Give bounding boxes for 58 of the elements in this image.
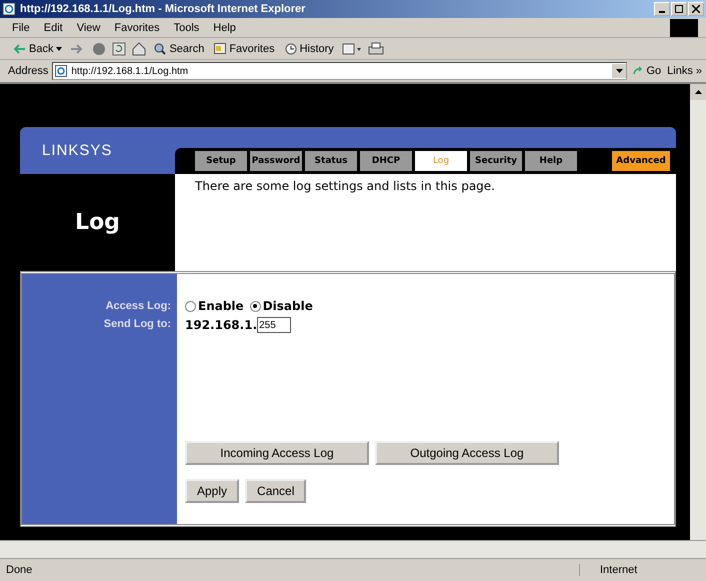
refresh-icon[interactable]	[112, 42, 126, 56]
page-description: There are some log settings and lists in this page.	[195, 179, 495, 193]
vertical-scrollbar[interactable]	[690, 84, 706, 540]
dropdown-arrow-icon[interactable]	[616, 69, 623, 73]
log-button[interactable]: Incoming Access Log	[185, 441, 369, 465]
menu-item[interactable]: Edit	[44, 22, 63, 34]
maximize-button[interactable]	[671, 2, 687, 16]
menu-item[interactable]: Favorites	[114, 22, 160, 34]
form-button[interactable]: Apply	[185, 479, 240, 503]
radio-option[interactable]: Enable	[185, 299, 244, 313]
page-title: Log	[75, 210, 120, 235]
menu-item[interactable]: Tools	[174, 22, 200, 34]
print-icon[interactable]	[368, 42, 384, 56]
nav-tab[interactable]: Status	[305, 151, 357, 171]
close-button[interactable]	[688, 2, 704, 16]
menu-item[interactable]: View	[76, 22, 100, 34]
stop-icon[interactable]	[92, 42, 106, 56]
nav-tab[interactable]: DHCP	[360, 151, 412, 171]
back-button[interactable]: Back	[12, 42, 64, 54]
caret-icon	[56, 46, 62, 50]
status-text: Done	[6, 564, 34, 576]
history-button[interactable]: History	[282, 42, 336, 54]
page-icon	[55, 65, 68, 77]
close-icon	[692, 5, 700, 13]
search-icon	[154, 42, 166, 54]
nav-tab[interactable]: Security	[470, 151, 522, 171]
search-button[interactable]: Search	[152, 42, 206, 54]
radio-option[interactable]: Disable	[250, 299, 313, 313]
address-label: Address	[8, 65, 48, 77]
home-icon[interactable]	[132, 42, 146, 56]
browser-icon	[2, 2, 16, 16]
address-field[interactable]: http://192.168.1.1/Log.htm	[52, 62, 628, 80]
horizontal-scrollbar[interactable]	[0, 540, 706, 558]
favorites-button[interactable]: Favorites	[212, 42, 277, 54]
minimize-button[interactable]	[654, 2, 670, 16]
field-label: Send Log to:	[104, 318, 171, 330]
status-zone: Internet	[579, 564, 700, 576]
maximize-icon	[675, 5, 683, 13]
menu-item[interactable]: Help	[213, 22, 236, 34]
log-button[interactable]: Outgoing Access Log	[375, 441, 559, 465]
folder-icon	[214, 43, 226, 54]
form-button[interactable]: Cancel	[245, 479, 306, 503]
links-button[interactable]: Links »	[667, 65, 702, 77]
nav-tab[interactable]: Help	[525, 151, 577, 171]
ip-prefix: 192.168.1.	[185, 318, 258, 332]
back-arrow-icon	[14, 44, 26, 54]
ip-input-field[interactable]: 255	[257, 317, 292, 333]
linksys-logo: LINKSYS	[41, 142, 114, 159]
scroll-up-icon[interactable]	[694, 90, 702, 94]
go-arrow-icon	[633, 66, 644, 76]
field-label: Access Log:	[106, 300, 171, 312]
nav-tab[interactable]: Password	[250, 151, 302, 171]
clock-icon	[284, 42, 297, 54]
window-title: http://192.168.1.1/Log.htm - Microsoft Internet Explorer	[20, 3, 306, 15]
nav-tab[interactable]: Advanced	[612, 151, 670, 171]
menu-item[interactable]: File	[12, 22, 30, 34]
go-button[interactable]: Go	[631, 65, 664, 77]
nav-tab[interactable]: Setup	[195, 151, 247, 171]
